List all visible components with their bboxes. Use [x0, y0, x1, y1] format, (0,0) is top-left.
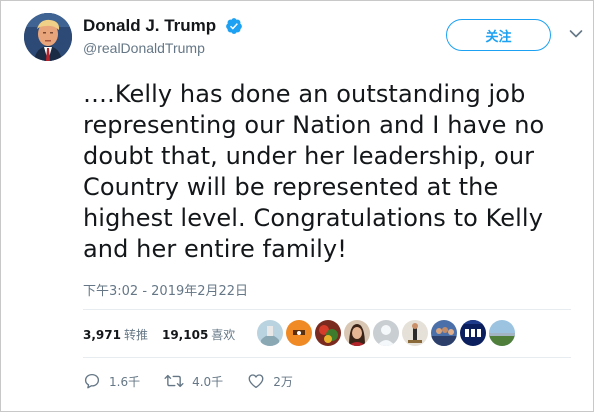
liker-avatars — [257, 320, 518, 348]
follow-button[interactable]: 关注 — [446, 19, 551, 51]
reply-count: 1.6千 — [109, 374, 141, 389]
retweets-count: 3,971 — [83, 327, 121, 342]
tweet-text: ….Kelly has done an outstanding job repr… — [83, 80, 545, 263]
user-name-block[interactable]: Donald J. Trump @realDonaldTrump — [83, 16, 243, 57]
tweet-stats: 3,971 转推 19,105 喜欢 — [83, 324, 249, 344]
liker-avatar[interactable] — [489, 320, 515, 346]
tweet-timestamp[interactable]: 下午3:02 - 2019年2月22日 — [83, 280, 248, 299]
reply-icon[interactable] — [83, 372, 101, 390]
heart-icon[interactable] — [247, 372, 265, 390]
reply-action[interactable]: 1.6千 — [83, 372, 140, 390]
liker-avatar[interactable] — [402, 320, 428, 346]
divider — [83, 309, 571, 310]
retweet-icon[interactable] — [164, 372, 184, 390]
divider — [83, 357, 571, 358]
retweets-label: 转推 — [123, 327, 148, 342]
retweets-stat[interactable]: 3,971 转推 — [83, 326, 148, 343]
liker-avatar[interactable] — [315, 320, 341, 346]
liker-avatar[interactable] — [286, 320, 312, 346]
avatar[interactable] — [24, 13, 72, 61]
retweet-count: 4.0千 — [192, 374, 224, 389]
liker-avatar[interactable] — [373, 320, 399, 346]
likes-count: 19,105 — [161, 327, 209, 342]
tweet-card: Donald J. Trump @realDonaldTrump 关注 ….Ke… — [0, 0, 594, 412]
user-handle[interactable]: @realDonaldTrump — [83, 39, 243, 57]
chevron-down-icon[interactable] — [569, 29, 583, 39]
retweet-action[interactable]: 4.0千 — [164, 372, 223, 390]
liker-avatar[interactable] — [460, 320, 486, 346]
display-name[interactable]: Donald J. Trump — [83, 16, 216, 36]
verified-badge-icon — [225, 18, 242, 34]
like-count: 2万 — [273, 374, 293, 389]
liker-avatar[interactable] — [257, 320, 283, 346]
like-action[interactable]: 2万 — [247, 372, 293, 390]
liker-avatar[interactable] — [431, 320, 457, 346]
liker-avatar[interactable] — [344, 320, 370, 346]
likes-stat[interactable]: 19,105 喜欢 — [162, 326, 235, 343]
tweet-header: Donald J. Trump @realDonaldTrump 关注 — [21, 13, 583, 63]
tweet-actions: 1.6千 4.0千 2万 — [83, 370, 317, 392]
likes-label: 喜欢 — [211, 327, 236, 342]
